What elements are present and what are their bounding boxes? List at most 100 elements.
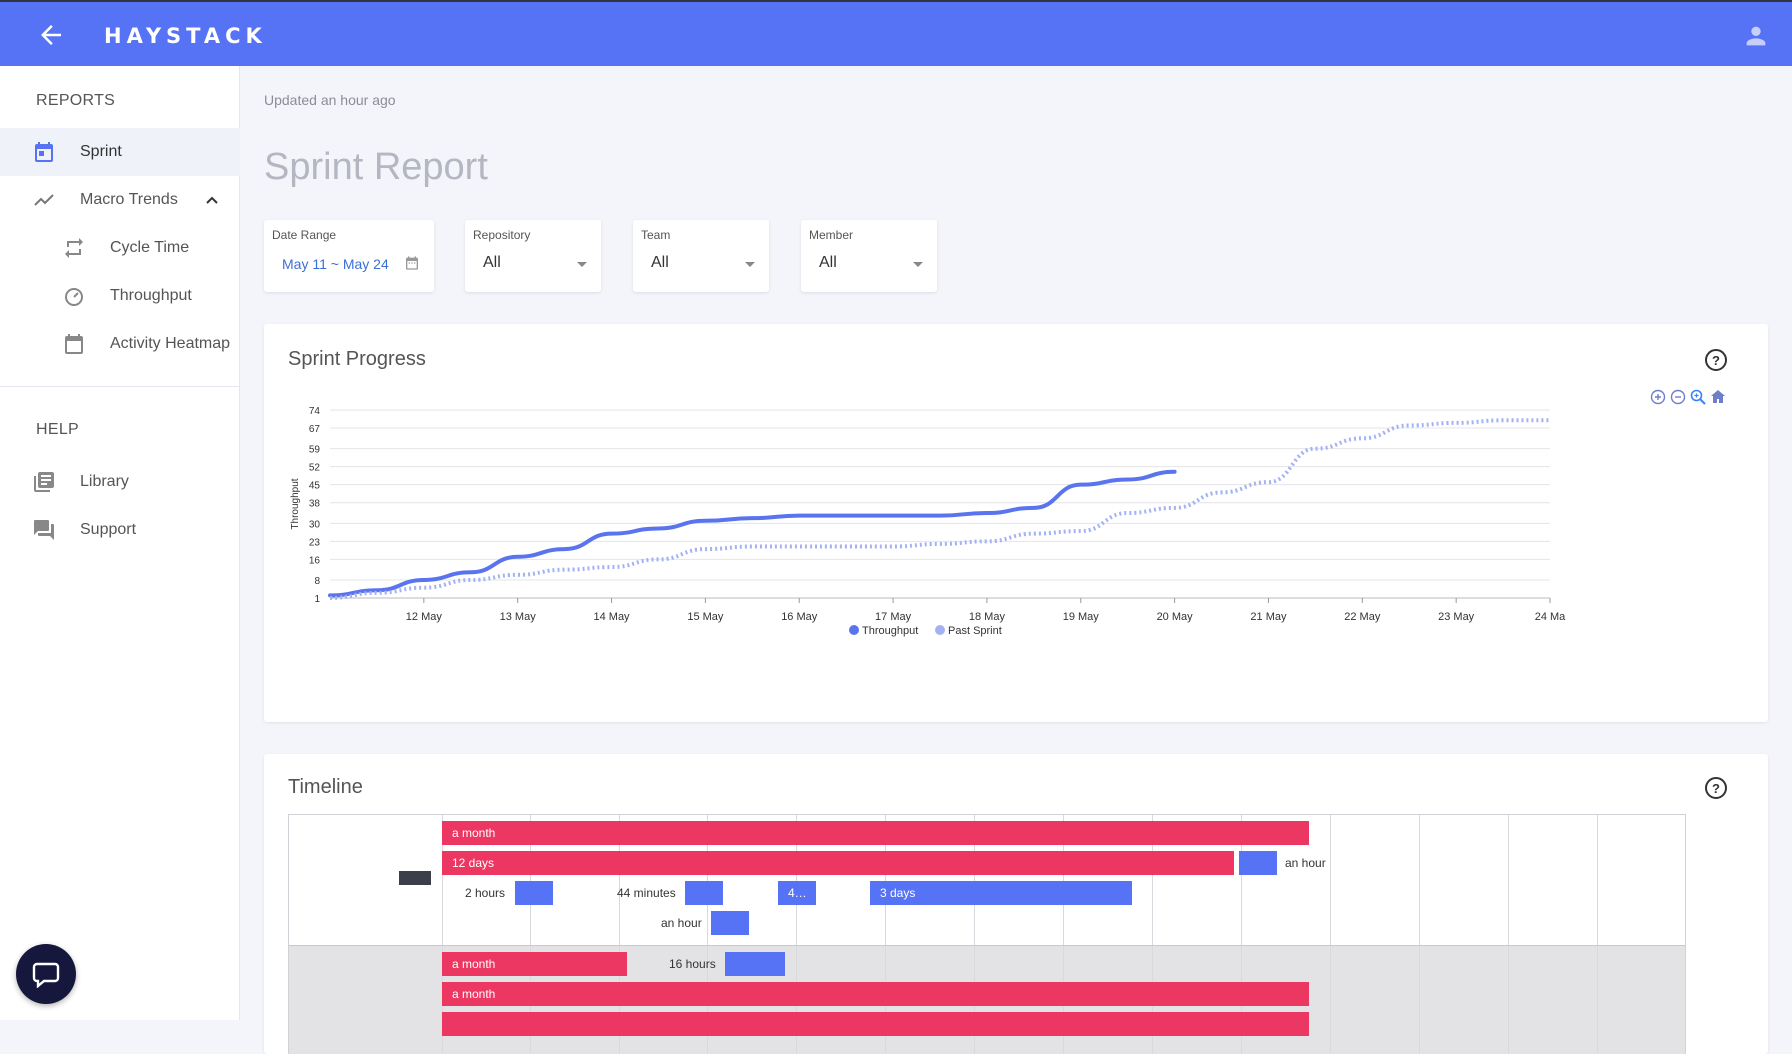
y-tick-label: 52: [309, 463, 321, 474]
y-tick-label: 59: [309, 445, 321, 456]
legend-label: Past Sprint: [948, 625, 1002, 637]
top-app-bar: HAYSTACK: [0, 0, 1792, 66]
timeline-bar[interactable]: a month: [442, 982, 1309, 1006]
page-title: Sprint Report: [264, 146, 488, 188]
sidebar-item-throughput[interactable]: Throughput: [0, 272, 240, 320]
filter-label: Team: [641, 228, 671, 242]
calendar-icon: [35, 142, 53, 162]
timeline-bar[interactable]: [442, 1012, 1309, 1036]
x-tick-label: 23 May: [1438, 611, 1475, 623]
series-line-past-sprint: [329, 418, 1550, 600]
chat-icon: [32, 962, 60, 988]
sidebar-item-activity-heatmap[interactable]: Activity Heatmap: [0, 320, 240, 368]
x-tick-label: 12 May: [406, 611, 443, 623]
sprint-progress-card: Sprint Progress ? 1 8 16 23 30 38 45 52 59 67 74 12…: [264, 324, 1768, 722]
x-tick-label: 18 May: [969, 611, 1006, 623]
timeline-bar[interactable]: [515, 881, 553, 905]
reports-section-title: REPORTS: [36, 92, 116, 109]
sprint-progress-chart: 1 8 16 23 30 38 45 52 59 67 74 12 May 13 May 14 May 15…: [290, 406, 1566, 637]
legend-label: Throughput: [862, 625, 918, 637]
y-tick-label: 38: [309, 499, 321, 510]
sidebar-item-label: Cycle Time: [110, 239, 190, 256]
help-section-title: HELP: [36, 421, 79, 438]
sidebar-item-label: Library: [80, 473, 129, 490]
timeline-bar-label: an hour: [661, 916, 702, 930]
x-tick-label: 13 May: [500, 611, 537, 623]
sidebar-item-label: Sprint: [80, 143, 122, 160]
y-tick-label: 30: [309, 519, 321, 530]
series-line-throughput: [328, 469, 1177, 598]
arrow-left-icon[interactable]: [36, 20, 66, 50]
x-tick-label: 20 May: [1157, 611, 1194, 623]
sidebar-item-cycle-time[interactable]: Cycle Time: [0, 224, 240, 272]
timeline-bar[interactable]: a month: [442, 952, 627, 976]
speedometer-icon: [65, 288, 83, 306]
member-value: All: [819, 254, 837, 271]
legend-marker: [849, 625, 859, 635]
legend-marker: [935, 625, 945, 635]
calendar-blank-icon: [65, 334, 83, 354]
calendar-icon[interactable]: [404, 255, 420, 271]
x-tick-label: 22 May: [1344, 611, 1381, 623]
y-tick-label: 67: [309, 424, 321, 435]
sidebar-divider: [0, 386, 240, 387]
repository-value: All: [483, 254, 501, 271]
repeat-icon: [65, 238, 83, 258]
main-content: Updated an hour ago Sprint Report Date R…: [240, 66, 1792, 1054]
timeline-bar[interactable]: [685, 881, 723, 905]
timeline-bar[interactable]: [711, 911, 749, 935]
timeline-title: Timeline: [288, 776, 363, 798]
timeline-bar[interactable]: 4…: [778, 881, 816, 905]
help-circle-icon[interactable]: ?: [1704, 776, 1728, 800]
x-tick-label: 19 May: [1063, 611, 1100, 623]
y-tick-label: 16: [309, 555, 321, 566]
updated-timestamp: Updated an hour ago: [264, 92, 396, 108]
y-tick-label: 74: [309, 406, 321, 417]
filter-label: Date Range: [272, 228, 337, 242]
team-value: All: [651, 254, 669, 271]
x-tick-label: 24 Ma: [1535, 611, 1566, 623]
sidebar-item-macro-trends[interactable]: Macro Trends: [0, 176, 240, 224]
x-tick-label: 14 May: [593, 611, 630, 623]
team-select[interactable]: Team All: [633, 220, 769, 292]
y-tick-label: 1: [314, 594, 320, 605]
member-select[interactable]: Member All: [801, 220, 937, 292]
date-range-value[interactable]: May 11 ~ May 24: [282, 256, 389, 272]
sidebar-item-label: Activity Heatmap: [110, 335, 231, 352]
x-tick-label: 17 May: [875, 611, 912, 623]
timeline-bar-label: 2 hours: [465, 886, 506, 900]
timeline-bar[interactable]: [725, 952, 785, 976]
timeline-bar[interactable]: 3 days: [870, 881, 1132, 905]
sidebar-item-support[interactable]: Support: [0, 506, 240, 554]
sidebar-item-label: Macro Trends: [80, 191, 178, 208]
trending-icon: [34, 194, 54, 206]
timeline-bar-label: 16 hours: [669, 957, 716, 971]
timeline-grid: a month 12 days an hour 2 hours 44 minut…: [288, 814, 1686, 1054]
date-range-filter[interactable]: Date Range May 11 ~ May 24: [264, 220, 434, 292]
repository-select[interactable]: Repository All: [465, 220, 601, 292]
timeline-bar[interactable]: [1239, 851, 1277, 875]
haystack-logo[interactable]: HAYSTACK: [104, 24, 267, 48]
timeline-card: Timeline ? a month 12 days an hour 2 hou…: [264, 754, 1768, 1054]
chevron-up-icon[interactable]: [200, 188, 224, 212]
x-tick-label: 15 May: [687, 611, 724, 623]
sidebar-item-sprint[interactable]: Sprint: [0, 128, 240, 176]
chat-launcher-button[interactable]: [16, 944, 76, 1004]
timeline-group-marker: [399, 871, 431, 885]
library-icon: [34, 472, 54, 492]
y-tick-label: 8: [314, 576, 320, 587]
y-tick-label: 45: [309, 481, 321, 492]
sidebar-item-library[interactable]: Library: [0, 458, 240, 506]
sidebar: REPORTS Sprint Macro Trends Cycle Time T…: [0, 66, 240, 1020]
y-axis-label: Throughput: [290, 478, 301, 529]
filter-label: Member: [809, 228, 854, 242]
account-icon[interactable]: [1742, 22, 1770, 50]
sidebar-item-label: Throughput: [110, 287, 192, 304]
sidebar-item-label: Support: [80, 521, 137, 538]
x-tick-label: 16 May: [781, 611, 818, 623]
chat-bubbles-icon: [34, 520, 54, 540]
timeline-bar-label: 44 minutes: [617, 886, 676, 900]
caret-down-icon: [745, 262, 755, 267]
timeline-bar[interactable]: 12 days: [442, 851, 1234, 875]
timeline-bar[interactable]: a month: [442, 821, 1309, 845]
